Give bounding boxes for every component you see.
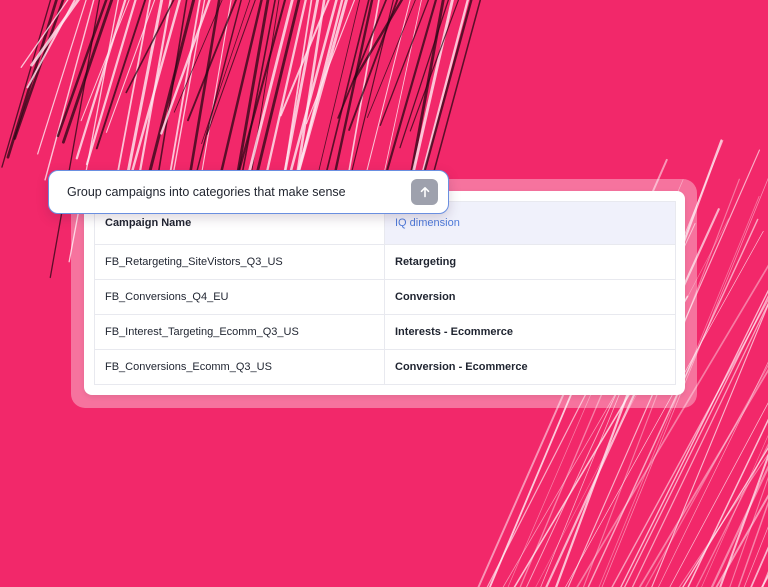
prompt-input[interactable]: Group campaigns into categories that mak…	[48, 170, 449, 214]
campaign-name-cell: FB_Retargeting_SiteVistors_Q3_US	[94, 244, 385, 280]
table-row[interactable]: FB_Interest_Targeting_Ecomm_Q3_US Intere…	[94, 314, 676, 350]
background-streak	[13, 0, 65, 140]
background-streak	[187, 0, 237, 122]
send-button[interactable]	[411, 179, 438, 205]
background-streak	[1, 0, 52, 168]
campaign-name-cell: FB_Interest_Targeting_Ecomm_Q3_US	[94, 314, 385, 350]
arrow-up-icon	[420, 187, 429, 198]
background-streak	[348, 0, 399, 131]
iq-dimension-cell: Conversion	[384, 279, 676, 315]
background-streak	[353, 0, 404, 81]
iq-dimension-cell: Conversion - Ecommerce	[384, 349, 676, 385]
iq-dimension-cell: Interests - Ecommerce	[384, 314, 676, 350]
background-streak	[30, 0, 80, 67]
campaign-name-cell: FB_Conversions_Ecomm_Q3_US	[105, 361, 272, 373]
table-row[interactable]: FB_Conversions_Ecomm_Q3_US Conversion - …	[95, 349, 676, 385]
campaign-table: Campaign Name IQ dimension FB_Retargetin…	[94, 201, 676, 385]
table-row[interactable]: FB_Conversions_Q4_EU Conversion	[94, 279, 676, 315]
table-row[interactable]: FB_Retargeting_SiteVistors_Q3_US Retarge…	[94, 244, 676, 280]
results-card: Campaign Name IQ dimension FB_Retargetin…	[84, 191, 685, 395]
campaign-name-cell: FB_Conversions_Q4_EU	[94, 279, 385, 315]
background-streak	[160, 0, 211, 135]
prompt-text: Group campaigns into categories that mak…	[67, 185, 346, 199]
iq-dimension-cell: Retargeting	[384, 244, 676, 280]
